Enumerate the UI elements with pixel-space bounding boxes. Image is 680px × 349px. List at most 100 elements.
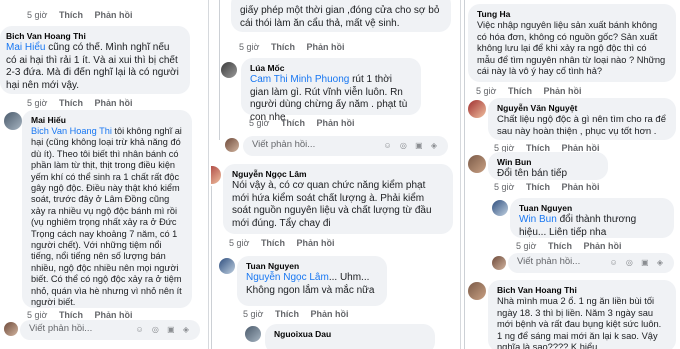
reply-button[interactable]: Phản hồi [543,86,581,96]
comment-time: 5 giờ [229,238,250,248]
mention-link[interactable]: Win Bun [519,214,557,225]
reply-button[interactable]: Phản hồi [583,241,621,251]
comment-time: 5 giờ [27,310,48,320]
composer-icons[interactable]: ☺ ◎ ▣ ◈ [135,325,192,334]
like-button[interactable]: Thích [281,118,305,128]
comment-bubble: giấy phép một thời gian ,đóng cửa cho sợ… [231,0,451,32]
avatar[interactable] [221,62,237,78]
avatar[interactable] [4,322,18,336]
comment-time: 5 giờ [243,309,264,319]
column-divider [208,0,209,349]
reply-button[interactable]: Phản hồi [306,42,344,52]
avatar[interactable] [4,112,22,130]
reply-input[interactable]: Viết phản hồi... ☺ ◎ ▣ ◈ [20,320,200,340]
comment-text: Cam Thi Minh Phuong rút 1 thời gian làm … [250,74,408,123]
comments-screenshot: 5 giờ Thích Phản hồi Bich Van Hoang Thi … [0,0,680,349]
comment-bubble: Nguyễn Văn Nguyệt Chất liệu ngộ độc à gì… [488,98,676,140]
comment-author[interactable]: Win Bun [497,157,599,168]
comment-meta: 5 giờ Thích Phản hồi [249,118,363,128]
column-divider [460,0,461,349]
comment-text: Việc nhập nguyên liệu sản xuất bánh khôn… [477,20,666,76]
mention-link[interactable]: Nguyễn Ngọc Lâm [246,272,329,283]
mention-link[interactable]: Bich Van Hoang Thi [31,126,112,136]
comment-meta: 5 giờ Thích Phản hồi [229,238,343,248]
comment-text: Nguyễn Ngọc Lâm... Uhm... Không ngon lắm… [246,272,375,296]
comment-text: Nhà mình mua 2 ổ. 1 ng ăn liền bùi tối n… [497,296,662,349]
comment-author[interactable]: Nguoixua Dau [274,329,426,340]
like-button[interactable]: Thích [261,238,285,248]
reply-button[interactable]: Phản hồi [310,309,348,319]
comment-text: Đổi tên bán tiếp [497,168,568,179]
avatar[interactable] [225,138,239,152]
comment-author[interactable]: Tuan Nguyen [519,203,665,214]
comment-time: 5 giờ [516,241,537,251]
like-button[interactable]: Thích [59,98,83,108]
comment-author[interactable]: Nguyễn Ngọc Lâm [232,169,444,180]
reply-placeholder: Viết phản hồi... [517,256,581,267]
comment-text: giấy phép một thời gian ,đóng cửa cho sợ… [240,5,440,29]
reply-input[interactable]: Viết phản hồi... ☺ ◎ ▣ ◈ [243,136,448,156]
mention-link[interactable]: Cam Thi Minh Phuong [250,74,349,85]
reply-button[interactable]: Phản hồi [94,310,132,320]
composer-icons[interactable]: ☺ ◎ ▣ ◈ [609,258,666,267]
avatar[interactable] [211,166,221,184]
avatar[interactable] [245,326,261,342]
comment-column-left: 5 giờ Thích Phản hồi Bich Van Hoang Thi … [0,0,205,349]
like-button[interactable]: Thích [275,309,299,319]
comment-meta: 5 giờ Thích Phản hồi [27,310,141,320]
comment-author[interactable]: Mai Hiếu [31,115,183,126]
comment-text: Nói vậy à, có cơ quan chức năng kiểm phạ… [232,180,432,229]
like-button[interactable]: Thích [526,182,550,192]
comment-bubble: Bich Van Hoang Thi Mai Hiểu cũng có thế.… [0,26,190,94]
comment-text: Mai Hiểu cũng có thế. Mình nghĩ nếu có a… [6,42,179,91]
comment-author[interactable]: Tung Ha [477,9,667,20]
like-button[interactable]: Thích [59,310,83,320]
comment-meta: 5 giờ Thích Phản hồi [494,182,608,192]
like-button[interactable]: Thích [508,86,532,96]
thread-line [211,186,212,349]
comment-bubble: Tuan Nguyen Win Bun đổi thành thương hiệ… [510,198,674,238]
reply-button[interactable]: Phản hồi [94,98,132,108]
avatar[interactable] [468,100,486,118]
comment-time: 5 giờ [27,98,48,108]
avatar[interactable] [468,282,486,300]
comment-column-middle: giấy phép một thời gian ,đóng cửa cho sợ… [211,0,458,349]
avatar[interactable] [468,155,486,173]
comment-bubble: Nguyễn Ngọc Lâm Nói vậy à, có cơ quan ch… [223,164,453,234]
like-button[interactable]: Thích [59,10,83,20]
reply-button[interactable]: Phản hồi [561,182,599,192]
composer-icons[interactable]: ☺ ◎ ▣ ◈ [383,141,440,150]
thread-line [464,0,465,349]
mention-link[interactable]: Mai Hiểu [6,42,45,53]
comment-time: 5 giờ [494,182,515,192]
comment-text: Win Bun đổi thành thương hiệu... Liên ti… [519,214,637,238]
comment-meta: 5 giờ Thích Phản hồi [239,42,353,52]
comment-text: Bich Van Hoang Thi tôi không nghĩ ai hại… [31,126,182,308]
comment-author[interactable]: Nguyễn Văn Nguyệt [497,103,667,114]
reply-input[interactable]: Viết phản hồi... ☺ ◎ ▣ ◈ [508,253,674,273]
comment-bubble: Lúa Mốc Cam Thi Minh Phuong rút 1 thời g… [241,58,421,123]
comment-meta: 5 giờ Thích Phản hồi [476,86,590,96]
comment-meta: 5 giờ Thích Phản hồi [243,309,357,319]
reply-placeholder: Viết phản hồi... [252,139,316,150]
like-button[interactable]: Thích [271,42,295,52]
comment-author[interactable]: Tuan Nguyen [246,261,378,272]
avatar[interactable] [219,258,235,274]
reply-button[interactable]: Phản hồi [94,10,132,20]
comment-author[interactable]: Bich Van Hoang Thi [6,31,181,42]
comment-author[interactable]: Bich Van Hoang Thi [497,285,667,296]
avatar[interactable] [492,200,508,216]
comment-bubble: Tuan Nguyen Nguyễn Ngọc Lâm... Uhm... Kh… [237,256,387,306]
reply-button[interactable]: Phản hồi [296,238,334,248]
comment-meta: 5 giờ Thích Phản hồi [27,98,141,108]
comment-meta: 5 giờ Thích Phản hồi [516,241,630,251]
comment-time: 5 giờ [239,42,260,52]
comment-author[interactable]: Lúa Mốc [250,63,412,74]
like-button[interactable]: Thích [548,241,572,251]
avatar[interactable] [492,256,506,270]
comment-time: 5 giờ [476,86,497,96]
reply-placeholder: Viết phản hồi... [29,323,93,334]
comment-bubble: Tung Ha Việc nhập nguyên liệu sản xuất b… [468,4,676,82]
comment-column-right: Tung Ha Việc nhập nguyên liệu sản xuất b… [462,0,680,349]
reply-button[interactable]: Phản hồi [316,118,354,128]
